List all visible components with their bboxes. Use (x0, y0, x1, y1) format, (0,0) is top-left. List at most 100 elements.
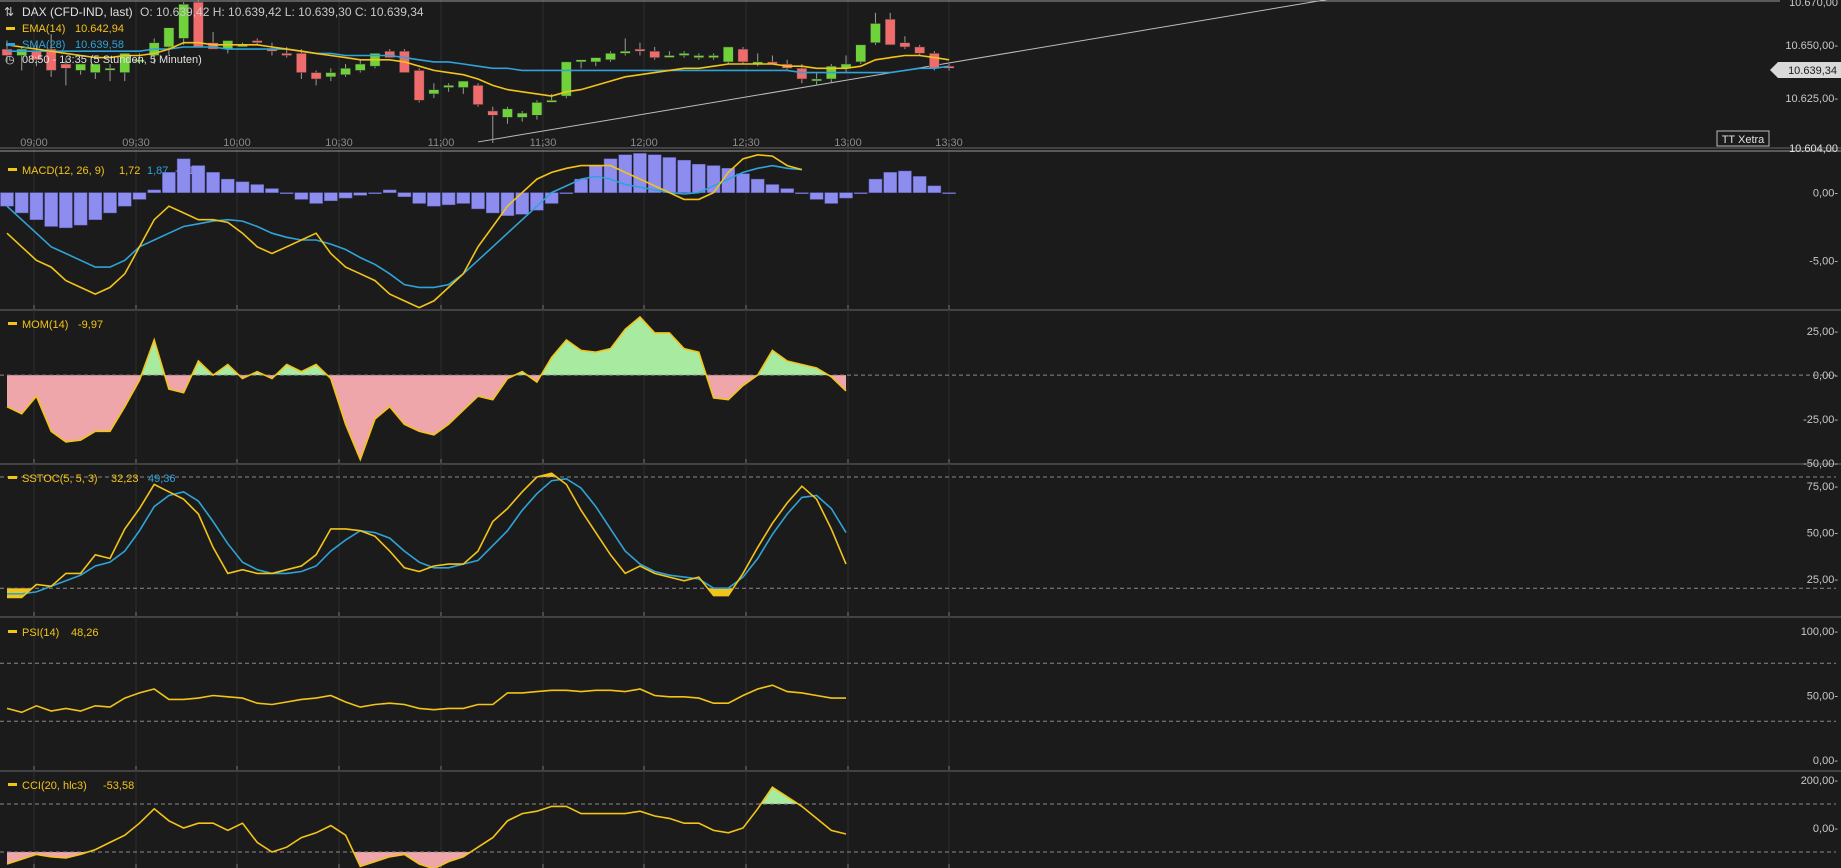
candle-body (737, 48, 749, 63)
sstoc-legend-value-k: 32,23 (111, 473, 139, 485)
macd-histogram-bar (147, 189, 161, 193)
macd-histogram-bar (471, 192, 485, 210)
candle-body (664, 55, 675, 58)
candle-body (649, 50, 660, 58)
macd-histogram-bar (29, 192, 44, 220)
candle-body (678, 53, 690, 56)
macd-histogram-bar (44, 192, 58, 227)
sstoc-legend-value-d: 49,36 (148, 473, 176, 485)
time-axis-tick: 09:00 (20, 137, 48, 149)
candle-body (605, 53, 616, 61)
macd-histogram-bar (883, 172, 897, 193)
candle-body (502, 108, 513, 118)
sstoc-legend-swatch (8, 476, 17, 479)
instrument-label: DAX (CFD-IND, last) (22, 5, 133, 19)
macd-histogram-bar (456, 192, 471, 204)
macd-legend-title: MACD(12, 26, 9) (22, 165, 105, 177)
macd-histogram-bar (353, 192, 368, 196)
candle-body (340, 68, 351, 75)
candle-body (458, 80, 469, 88)
macd-histogram-bar (603, 158, 618, 193)
candle-body (590, 57, 602, 63)
candle-body (899, 42, 911, 48)
macd-histogram-bar (397, 192, 412, 197)
candle-body (546, 100, 557, 103)
candle-body (914, 46, 925, 54)
candle-body (708, 55, 719, 58)
last-price-label: 10.639,34 (1788, 65, 1837, 77)
sstoc-legend-title: SSTOC(5, 5, 3) (22, 473, 98, 485)
mom-axis-tick: -50,00- (1803, 458, 1838, 470)
macd-histogram-bar (912, 176, 927, 193)
psi-axis-tick: 100,00- (1801, 626, 1839, 638)
candle-body (884, 18, 896, 46)
sma-legend-label: SMA(28) (22, 39, 65, 51)
candle-body (693, 55, 705, 58)
ema-legend-label: EMA(14) (22, 23, 65, 35)
candle-body (929, 53, 940, 69)
macd-histogram-bar (809, 192, 824, 200)
time-axis-tick: 11:30 (530, 137, 557, 149)
macd-histogram-bar (750, 178, 765, 193)
macd-histogram-bar (647, 154, 662, 193)
macd-histogram-bar (294, 192, 309, 200)
candle-body (634, 48, 646, 52)
bottom-axis-label: 10.604,00 (1789, 143, 1838, 155)
psi-legend-title: PSI(14) (22, 627, 59, 639)
candle-body (870, 23, 881, 43)
macd-histogram-bar (221, 178, 235, 193)
macd-axis-tick: 0,00- (1813, 188, 1838, 200)
macd-legend-swatch (8, 168, 17, 171)
psi-legend-value: 48,26 (71, 627, 99, 639)
macd-histogram-bar (898, 170, 912, 193)
chart-background (0, 0, 1841, 868)
sma-legend-swatch (6, 43, 15, 46)
macd-histogram-bar (118, 192, 132, 207)
price-axis-tick: 10.650,00- (1785, 40, 1838, 52)
sstoc-axis-tick: 25,00- (1807, 574, 1839, 586)
macd-legend-value-1: 1,72 (119, 165, 140, 177)
candle-body (619, 50, 631, 54)
macd-histogram-bar (824, 192, 839, 204)
macd-legend-value-3: -0,15 (175, 165, 200, 177)
candle-body (104, 68, 116, 71)
macd-histogram-bar (73, 192, 88, 226)
trading-chart[interactable]: 10.625,00- 10.650,00- 09:00 09:30 10:00 10:30… (0, 0, 1841, 868)
macd-histogram-bar (486, 192, 500, 214)
time-axis-tick: 13:30 (935, 137, 963, 149)
macd-histogram-bar (780, 188, 794, 193)
macd-histogram-bar (250, 184, 264, 193)
cci-legend-title: CCI(20, hlc3) (22, 780, 87, 792)
candle-body (163, 27, 175, 48)
macd-histogram-bar (382, 189, 397, 193)
macd-histogram-bar (795, 192, 809, 194)
candle-body (281, 53, 292, 56)
candle-body (516, 112, 528, 118)
cci-axis-tick: 0,00- (1813, 823, 1838, 835)
cci-axis-tick: 200,00- (1801, 775, 1839, 787)
macd-histogram-bar (132, 192, 147, 200)
candle-body (531, 102, 543, 116)
macd-histogram-bar (677, 159, 691, 193)
macd-histogram-bar (59, 192, 73, 229)
psi-axis-tick: 50,00- (1807, 691, 1839, 703)
macd-histogram-bar (309, 192, 323, 204)
mom-legend-swatch (8, 322, 17, 325)
price-axis-tick: 10.625,00- (1785, 93, 1838, 105)
candle-body (251, 40, 263, 43)
macd-histogram-bar (206, 172, 220, 193)
top-cut-label: 10.670,00 (1789, 0, 1838, 9)
sstoc-axis-tick: 50,00- (1807, 528, 1839, 540)
candle-body (855, 44, 867, 63)
chart-settings-icon[interactable]: ⇅ (4, 5, 14, 19)
time-axis-tick: 09:30 (122, 137, 150, 149)
candle-body (428, 89, 440, 95)
macd-histogram-bar (265, 188, 279, 193)
sstoc-legend: SSTOC(5, 5, 3) 32,23 49,36 (8, 473, 176, 485)
time-axis-tick: 13:00 (834, 137, 862, 149)
ema-legend-value: 10.642,94 (75, 23, 124, 35)
candle-body (811, 78, 822, 82)
candle-body (325, 72, 337, 78)
session-label: 08:50 - 13:35 (5 Stunden, 5 Minuten) (22, 54, 202, 66)
candle-body (796, 68, 808, 80)
